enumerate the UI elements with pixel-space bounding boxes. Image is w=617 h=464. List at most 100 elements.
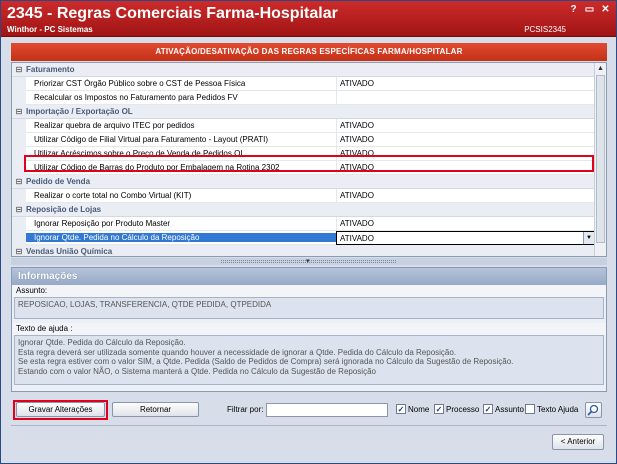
check-assunto[interactable]: ✓ Assunto bbox=[483, 404, 524, 414]
gravar-highlight bbox=[13, 400, 108, 420]
rule-value[interactable]: ATIVADO ▼ bbox=[336, 230, 595, 245]
rule-row[interactable]: Priorizar CST Órgão Público sobre o CST … bbox=[12, 76, 595, 91]
rule-row[interactable]: Realizar quebra de arquivo ITEC por pedi… bbox=[12, 118, 595, 133]
rule-row[interactable]: Recalcular os Impostos no Faturamento pa… bbox=[12, 90, 595, 105]
info-panel: Informações Assunto: REPOSICAO, LOJAS, T… bbox=[11, 267, 607, 392]
rule-value-text: ATIVADO bbox=[340, 162, 374, 172]
rule-row[interactable]: Utilizar Acréscimos sobre o Preço de Ven… bbox=[12, 146, 595, 161]
group-name: Faturamento bbox=[26, 65, 75, 74]
row-gutter bbox=[12, 160, 26, 175]
collapse-icon[interactable]: ⊟ bbox=[12, 107, 26, 116]
title-bar: 2345 - Regras Comerciais Farma-Hospitala… bbox=[1, 1, 616, 37]
row-gutter bbox=[12, 146, 26, 161]
rule-description[interactable]: Priorizar CST Órgão Público sobre o CST … bbox=[26, 79, 336, 88]
check-label: Texto Ajuda bbox=[537, 404, 579, 414]
maximize-icon[interactable]: ▭ bbox=[583, 4, 596, 16]
chevron-down-icon[interactable]: ▼ bbox=[583, 231, 594, 244]
rules-grid: ⊟ Faturamento Priorizar CST Órgão Público … bbox=[11, 62, 607, 257]
group-name: Vendas União Química bbox=[26, 247, 113, 256]
rule-value-text: ATIVADO bbox=[340, 190, 374, 200]
rule-value[interactable]: ATIVADO bbox=[336, 146, 595, 161]
rule-value[interactable]: ATIVADO bbox=[336, 118, 595, 133]
rule-row[interactable]: Ignorar Qtde. Pedida no Cálculo da Repos… bbox=[12, 230, 595, 245]
group-name: Reposição de Lojas bbox=[26, 205, 102, 214]
check-texto-ajuda[interactable]: Texto Ajuda bbox=[525, 404, 578, 414]
anterior-button[interactable]: < Anterior bbox=[552, 434, 604, 450]
collapse-icon[interactable]: ⊟ bbox=[12, 65, 26, 74]
row-gutter bbox=[12, 76, 26, 91]
help-icon[interactable]: ? bbox=[567, 4, 580, 16]
check-processo[interactable]: ✓ Processo bbox=[434, 404, 479, 414]
rule-description[interactable]: Recalcular os Impostos no Faturamento pa… bbox=[26, 93, 336, 102]
chevron-down-icon[interactable]: ▾ bbox=[306, 257, 310, 265]
group-row[interactable]: ⊟ Vendas União Química bbox=[12, 245, 595, 256]
rule-value-text: ATIVADO bbox=[340, 218, 374, 228]
filtrar-label: Filtrar por: bbox=[227, 405, 264, 414]
rule-value[interactable]: ATIVADO bbox=[336, 188, 595, 203]
info-header: Informações bbox=[12, 268, 606, 285]
rule-row[interactable]: Realizar o corte total no Combo Virtual … bbox=[12, 188, 595, 203]
checkbox-icon[interactable] bbox=[525, 404, 535, 414]
rule-description[interactable]: Realizar o corte total no Combo Virtual … bbox=[26, 191, 336, 200]
collapse-icon[interactable]: ⊟ bbox=[12, 205, 26, 214]
rule-row[interactable]: Utilizar Código de Filial Virtual para F… bbox=[12, 132, 595, 147]
row-gutter bbox=[12, 230, 26, 245]
rule-value-text: ATIVADO bbox=[340, 233, 374, 243]
rule-description[interactable]: Realizar quebra de arquivo ITEC por pedi… bbox=[26, 121, 336, 130]
ajuda-line: Se esta regra estiver com o valor SIM, a… bbox=[18, 357, 514, 366]
rule-description[interactable]: Ignorar Qtde. Pedida no Cálculo da Repos… bbox=[26, 233, 336, 242]
checkbox-icon[interactable]: ✓ bbox=[434, 404, 444, 414]
rule-value[interactable]: ATIVADO bbox=[336, 132, 595, 147]
ajuda-label: Texto de ajuda : bbox=[12, 323, 606, 335]
rule-description[interactable]: Ignorar Reposição por Produto Master bbox=[26, 219, 336, 228]
search-icon bbox=[587, 404, 599, 416]
ajuda-line: Ignorar Qtde. Pedida do Cálculo da Repos… bbox=[18, 338, 186, 347]
row-gutter bbox=[12, 216, 26, 231]
group-name: Importação / Exportação OL bbox=[26, 107, 133, 116]
filter-input[interactable] bbox=[266, 403, 388, 417]
rule-row[interactable]: Utilizar Código de Barras do Produto por… bbox=[12, 160, 595, 175]
ajuda-line: Estando com o valor NÃO, o Sistema mante… bbox=[18, 366, 376, 376]
assunto-label: Assunto: bbox=[12, 285, 606, 297]
rule-value[interactable] bbox=[336, 90, 595, 105]
rule-value-text: ATIVADO bbox=[340, 120, 374, 130]
group-row[interactable]: ⊟ Pedido de Venda bbox=[12, 175, 595, 189]
check-nome[interactable]: ✓ Nome bbox=[396, 404, 429, 414]
retornar-button[interactable]: Retornar bbox=[112, 402, 199, 417]
checkbox-icon[interactable]: ✓ bbox=[483, 404, 493, 414]
collapse-icon[interactable]: ⊟ bbox=[12, 247, 26, 256]
group-row[interactable]: ⊟ Importação / Exportação OL bbox=[12, 105, 595, 119]
rule-description[interactable]: Utilizar Acréscimos sobre o Preço de Ven… bbox=[26, 149, 336, 158]
row-gutter bbox=[12, 188, 26, 203]
window-controls: ? ▭ ✕ bbox=[567, 4, 612, 16]
group-row[interactable]: ⊟ Faturamento bbox=[12, 63, 595, 77]
row-gutter bbox=[12, 90, 26, 105]
rule-value[interactable]: ATIVADO bbox=[336, 76, 595, 91]
check-label: Processo bbox=[446, 404, 480, 414]
scroll-up-icon[interactable]: ▲ bbox=[595, 63, 606, 74]
separator bbox=[11, 425, 607, 426]
rule-description[interactable]: Utilizar Código de Filial Virtual para F… bbox=[26, 135, 336, 144]
rule-value-text: ATIVADO bbox=[340, 78, 374, 88]
search-button[interactable] bbox=[585, 402, 602, 418]
window-subtitle: Winthor - PC Sistemas bbox=[7, 25, 93, 34]
collapse-icon[interactable]: ⊟ bbox=[12, 177, 26, 186]
check-label: Nome bbox=[408, 404, 430, 414]
splitter[interactable]: ▾ bbox=[11, 258, 607, 265]
checkbox-icon[interactable]: ✓ bbox=[396, 404, 406, 414]
rule-value[interactable]: ATIVADO bbox=[336, 160, 595, 175]
group-name: Pedido de Venda bbox=[26, 177, 91, 186]
rule-description[interactable]: Utilizar Código de Barras do Produto por… bbox=[26, 163, 336, 172]
row-gutter bbox=[12, 132, 26, 147]
rule-row[interactable]: Ignorar Reposição por Produto Master ATIV… bbox=[12, 216, 595, 231]
scroll-thumb[interactable] bbox=[596, 75, 605, 243]
ajuda-line: Esta regra deverá ser utilizada somente … bbox=[18, 347, 457, 357]
section-banner: ATIVAÇÃO/DESATIVAÇÃO DAS REGRAS ESPECÍFI… bbox=[11, 43, 607, 61]
rules-grid-body: ⊟ Faturamento Priorizar CST Órgão Público … bbox=[12, 63, 595, 256]
vertical-scrollbar[interactable]: ▲ bbox=[594, 63, 606, 256]
group-row[interactable]: ⊟ Reposição de Lojas bbox=[12, 203, 595, 217]
routine-code: PCSIS2345 bbox=[524, 25, 566, 34]
rule-value[interactable]: ATIVADO bbox=[336, 216, 595, 231]
rule-value-text: ATIVADO bbox=[340, 148, 374, 158]
close-icon[interactable]: ✕ bbox=[599, 4, 612, 16]
